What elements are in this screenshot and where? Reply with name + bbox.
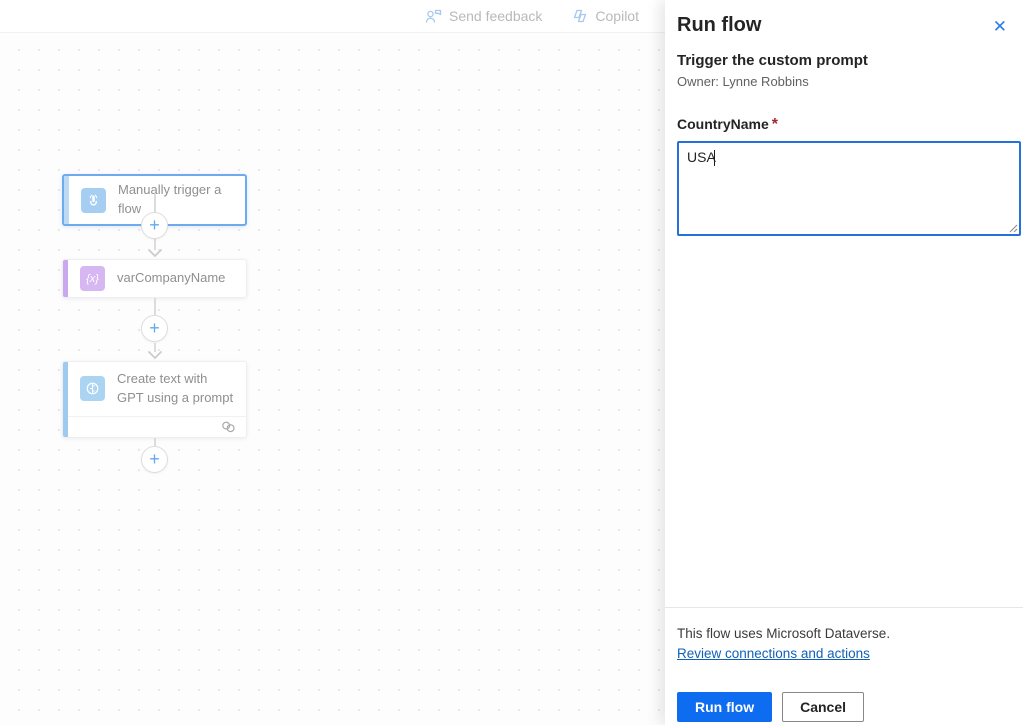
send-feedback-label: Send feedback: [449, 8, 543, 24]
run-flow-button[interactable]: Run flow: [677, 692, 773, 722]
copilot-icon: [572, 8, 588, 24]
node-accent-bar: [63, 260, 68, 297]
flow-name: Trigger the custom prompt: [677, 52, 868, 69]
node-accent-bar: [64, 176, 69, 224]
plus-icon: +: [149, 449, 160, 469]
panel-title: Run flow: [677, 14, 762, 36]
power-automate-run-flow-screen: Send feedback Copilot Manually trigger a…: [0, 0, 1023, 725]
node-varcompanyname[interactable]: {x} varCompanyName: [62, 259, 247, 298]
topbar: Send feedback Copilot: [0, 0, 665, 33]
arrow-down-icon: [148, 351, 162, 359]
plus-icon: +: [149, 215, 160, 235]
dataverse-note: This flow uses Microsoft Dataverse.: [677, 626, 891, 641]
plus-icon: +: [149, 318, 160, 338]
close-icon[interactable]: ✕: [987, 14, 1013, 39]
flow-canvas[interactable]: Manually trigger a flow + {x} varCompany…: [0, 33, 665, 725]
run-flow-panel: Run flow ✕ Trigger the custom prompt Own…: [665, 0, 1023, 725]
connection-link-icon: [222, 421, 235, 433]
field-label-row: CountryName *: [677, 116, 1021, 134]
variable-icon: {x}: [80, 266, 105, 291]
flow-designer: Send feedback Copilot Manually trigger a…: [0, 0, 665, 725]
panel-header: Run flow ✕: [665, 14, 1023, 39]
copilot-label: Copilot: [595, 8, 639, 24]
ai-builder-gpt-icon: [80, 376, 105, 402]
feedback-person-icon: [425, 9, 442, 24]
node-create-text-with-gpt[interactable]: Create text with GPT using a prompt: [62, 361, 247, 438]
connector-line: [154, 298, 156, 315]
review-connections-link[interactable]: Review connections and actions: [677, 646, 870, 661]
cancel-button[interactable]: Cancel: [782, 692, 865, 722]
node-footer: [63, 415, 246, 437]
node-title: varCompanyName: [117, 270, 226, 286]
field-label: CountryName: [677, 116, 769, 132]
countryname-field: CountryName * USA: [665, 116, 1023, 236]
node-title: Create text with GPT using a prompt: [117, 371, 234, 405]
copilot-button[interactable]: Copilot: [572, 8, 639, 24]
required-marker: *: [771, 116, 779, 133]
node-accent-bar: [63, 362, 68, 437]
node-title: Manually trigger a flow: [118, 182, 222, 216]
insert-action-button[interactable]: +: [141, 212, 168, 239]
variable-glyph: {x}: [86, 272, 99, 285]
flow-owner: Owner: Lynne Robbins: [677, 74, 809, 89]
manual-trigger-icon: [81, 187, 106, 213]
send-feedback-button[interactable]: Send feedback: [425, 8, 542, 24]
arrow-down-icon: [148, 249, 162, 257]
button-row: Run flow Cancel: [677, 692, 1011, 722]
panel-footer: This flow uses Microsoft Dataverse. Revi…: [665, 607, 1023, 722]
insert-action-button[interactable]: +: [141, 446, 168, 473]
insert-action-button[interactable]: +: [141, 315, 168, 342]
countryname-input[interactable]: USA: [677, 141, 1021, 236]
